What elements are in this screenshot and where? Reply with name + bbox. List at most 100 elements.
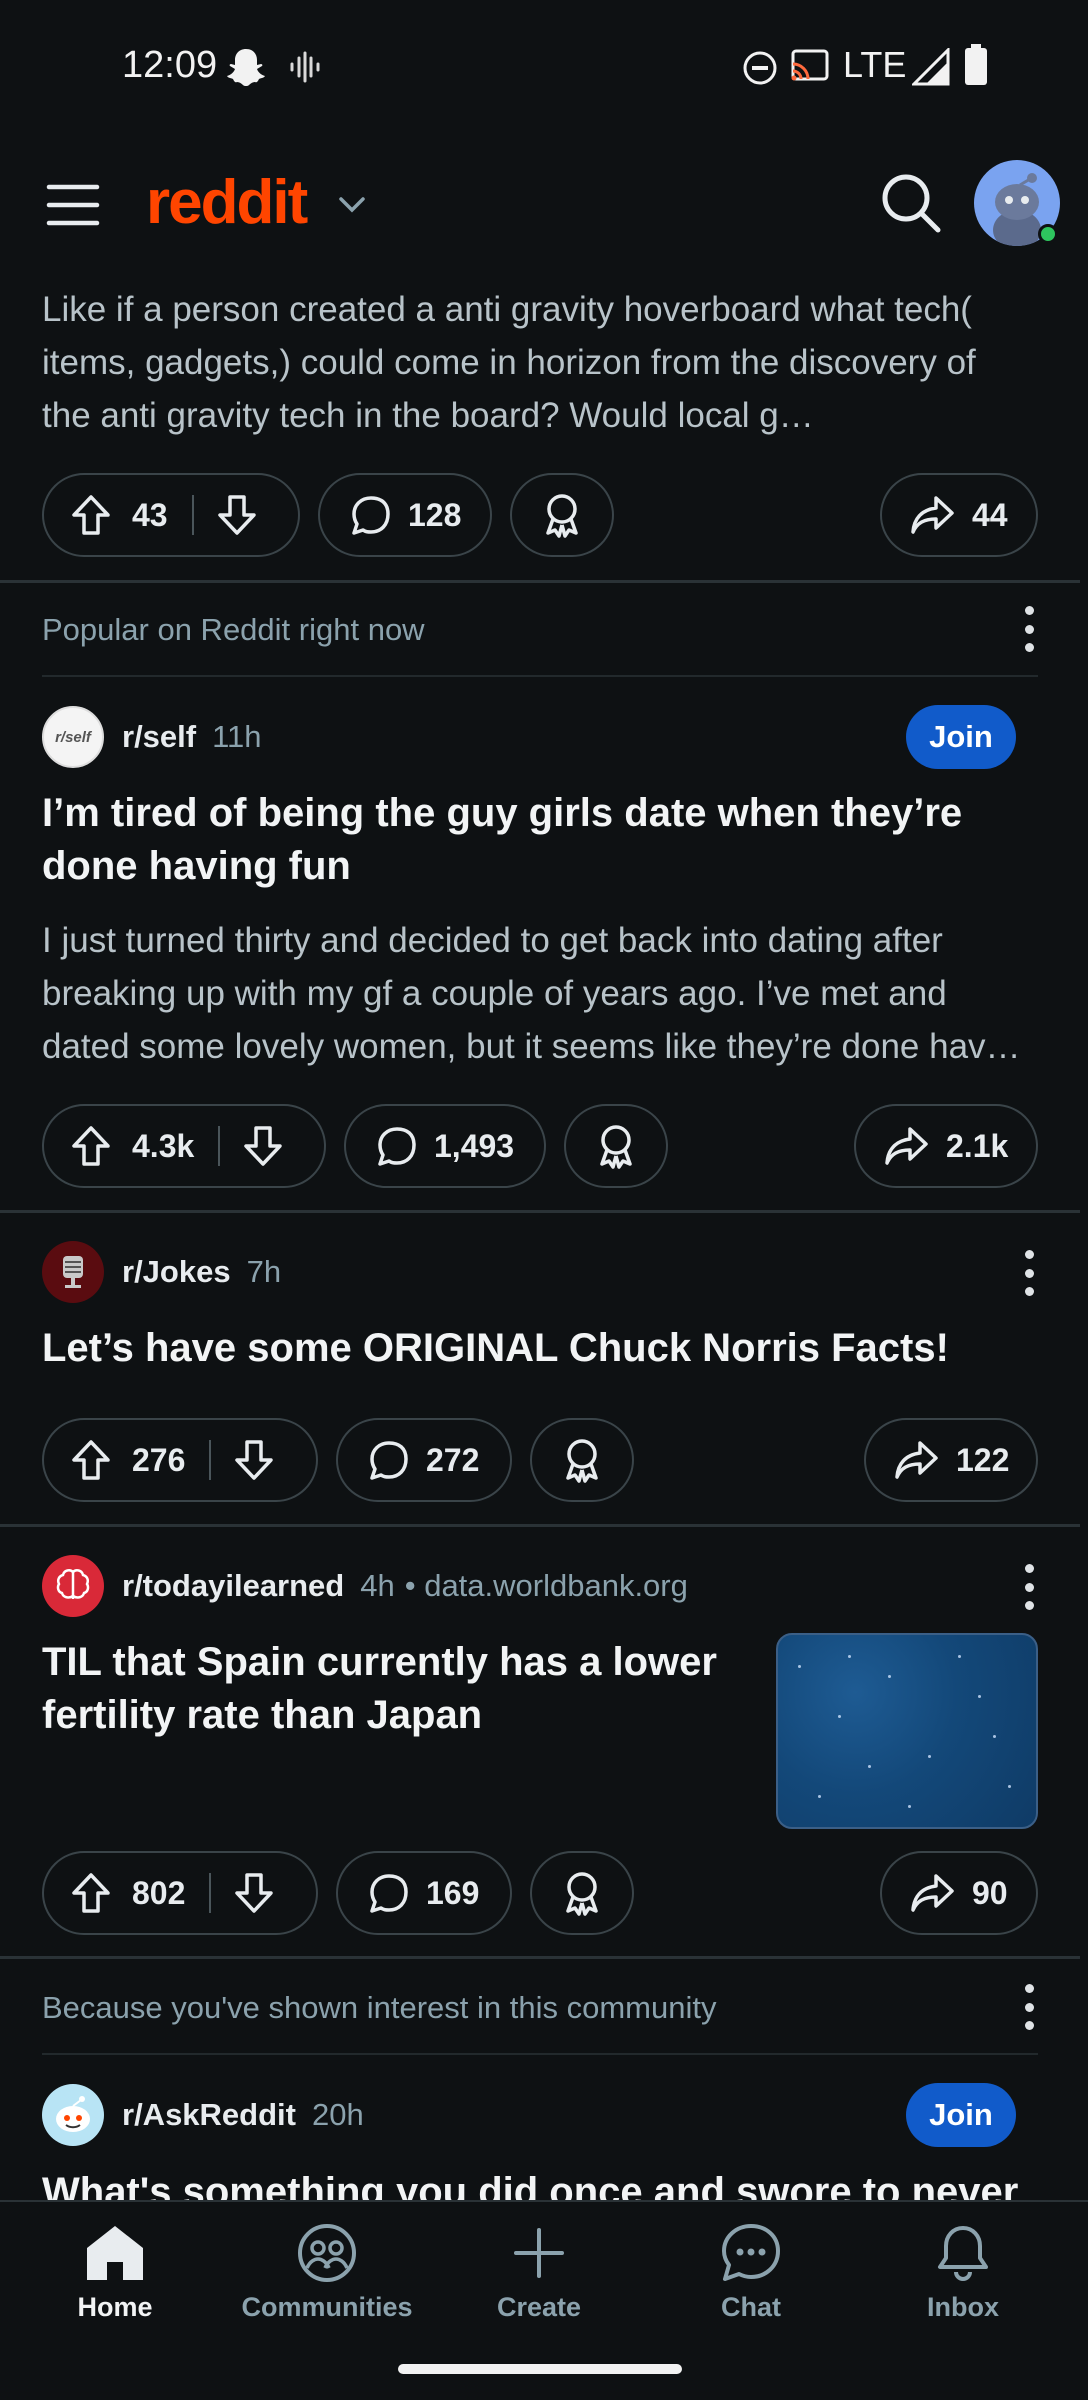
comment-count: 272 — [426, 1441, 480, 1478]
award-icon — [546, 494, 578, 538]
comments-button[interactable]: 128 — [318, 473, 492, 557]
signal-icon — [912, 48, 950, 86]
gesture-home-bar[interactable] — [398, 2364, 682, 2374]
join-button[interactable]: Join — [906, 2083, 1016, 2147]
more-options-icon[interactable] — [1022, 1250, 1036, 1296]
subreddit-name[interactable]: r/AskReddit — [122, 2097, 296, 2133]
post-meta: r/AskReddit 20h — [42, 2084, 364, 2146]
share-count: 122 — [956, 1441, 1010, 1478]
chevron-down-icon[interactable] — [338, 195, 366, 215]
post-title[interactable]: I’m tired of being the guy girls date wh… — [42, 787, 1032, 893]
share-button[interactable]: 122 — [864, 1418, 1038, 1502]
subreddit-name[interactable]: r/todayilearned — [122, 1568, 344, 1604]
comment-icon — [370, 1874, 408, 1913]
post-body: Like if a person created a anti gravity … — [42, 290, 976, 435]
upvote-icon[interactable] — [70, 493, 112, 537]
status-time: 12:09 — [122, 44, 218, 86]
menu-icon[interactable] — [46, 183, 100, 227]
share-button[interactable]: 90 — [880, 1851, 1038, 1935]
downvote-icon[interactable] — [233, 1438, 275, 1482]
communities-icon — [298, 2224, 356, 2282]
share-button[interactable]: 2.1k — [854, 1104, 1038, 1188]
comments-button[interactable]: 1,493 — [344, 1104, 546, 1188]
nav-label: Communities — [241, 2292, 413, 2322]
award-button[interactable] — [530, 1418, 634, 1502]
subreddit-avatar[interactable] — [42, 2084, 104, 2146]
downvote-icon[interactable] — [242, 1124, 284, 1168]
voice-wave-icon — [290, 51, 320, 83]
subreddit-avatar[interactable] — [42, 1555, 104, 1617]
subreddit-avatar-text: r/self — [55, 728, 91, 746]
subreddit-avatar[interactable] — [42, 1241, 104, 1303]
home-icon — [87, 2226, 143, 2280]
post-body: I just turned thirty and decided to get … — [42, 921, 1021, 1066]
upvote-icon[interactable] — [70, 1438, 112, 1482]
vote-pill: 4.3k — [42, 1104, 326, 1188]
share-count: 2.1k — [946, 1127, 1009, 1164]
post-title[interactable]: Let’s have some ORIGINAL Chuck Norris Fa… — [42, 1322, 1032, 1375]
search-icon[interactable] — [880, 172, 942, 234]
award-icon — [566, 1439, 598, 1483]
cast-icon — [791, 49, 829, 81]
share-icon — [885, 1127, 928, 1165]
snapchat-icon — [227, 49, 265, 86]
nav-chat[interactable]: Chat — [661, 2222, 841, 2323]
comment-count: 1,493 — [434, 1127, 515, 1164]
nav-home[interactable]: Home — [25, 2222, 205, 2323]
upvote-count: 276 — [132, 1441, 186, 1478]
section-label: Popular on Reddit right now — [42, 612, 425, 647]
award-button[interactable] — [530, 1851, 634, 1935]
nav-label: Inbox — [927, 2292, 999, 2322]
vote-pill: 43 — [42, 473, 300, 557]
nav-inbox[interactable]: Inbox — [873, 2222, 1053, 2323]
subreddit-name[interactable]: r/self — [122, 719, 196, 755]
vote-divider — [209, 1873, 212, 1913]
snoo-icon — [56, 2096, 90, 2132]
post-divider — [0, 1524, 1080, 1527]
comments-button[interactable]: 272 — [336, 1418, 512, 1502]
comment-icon — [352, 496, 390, 535]
battery-icon — [965, 44, 987, 85]
award-button[interactable] — [564, 1104, 668, 1188]
post-meta: r/todayilearned 4h • data.worldbank.org — [42, 1555, 688, 1617]
share-count: 44 — [972, 496, 1008, 533]
share-button[interactable]: 44 — [880, 473, 1038, 557]
more-options-icon[interactable] — [1022, 1564, 1036, 1610]
downvote-icon[interactable] — [233, 1871, 275, 1915]
post-title[interactable]: What's something you did once and swore … — [42, 2166, 1042, 2200]
downvote-icon[interactable] — [216, 493, 258, 537]
post-title[interactable]: TIL that Spain currently has a lower fer… — [42, 1636, 742, 1742]
link-domain[interactable]: • data.worldbank.org — [405, 1568, 688, 1604]
post-age: 4h — [360, 1568, 395, 1603]
upvote-icon[interactable] — [70, 1871, 112, 1915]
post-divider — [0, 1210, 1080, 1213]
award-button[interactable] — [510, 473, 614, 557]
comment-count: 169 — [426, 1874, 480, 1911]
subreddit-name[interactable]: r/Jokes — [122, 1254, 231, 1290]
post-thumbnail[interactable] — [776, 1633, 1038, 1829]
vote-divider — [209, 1440, 212, 1480]
section-divider — [42, 2053, 1038, 2055]
more-options-icon[interactable] — [1022, 606, 1036, 652]
nav-label: Chat — [721, 2292, 781, 2322]
section-label: Because you've shown interest in this co… — [42, 1990, 717, 2025]
share-count: 90 — [972, 1874, 1008, 1911]
comments-button[interactable]: 169 — [336, 1851, 512, 1935]
nav-communities[interactable]: Communities — [237, 2222, 417, 2323]
microphone-icon — [63, 1256, 83, 1288]
post-divider — [0, 580, 1080, 583]
comment-icon — [370, 1441, 408, 1480]
top-bar: reddit — [0, 150, 1088, 260]
share-icon — [895, 1441, 938, 1479]
nav-create[interactable]: Create — [449, 2222, 629, 2323]
subreddit-avatar[interactable]: r/self — [42, 706, 104, 768]
upvote-count: 43 — [132, 496, 168, 533]
post-meta: r/Jokes 7h — [42, 1241, 281, 1303]
join-button[interactable]: Join — [906, 705, 1016, 769]
vote-divider — [191, 495, 194, 535]
upvote-icon[interactable] — [70, 1124, 112, 1168]
reddit-logo[interactable]: reddit — [146, 167, 308, 238]
post-age: 11h — [212, 719, 262, 754]
status-bar: 12:09 LTE — [0, 0, 1088, 130]
more-options-icon[interactable] — [1022, 1984, 1036, 2030]
